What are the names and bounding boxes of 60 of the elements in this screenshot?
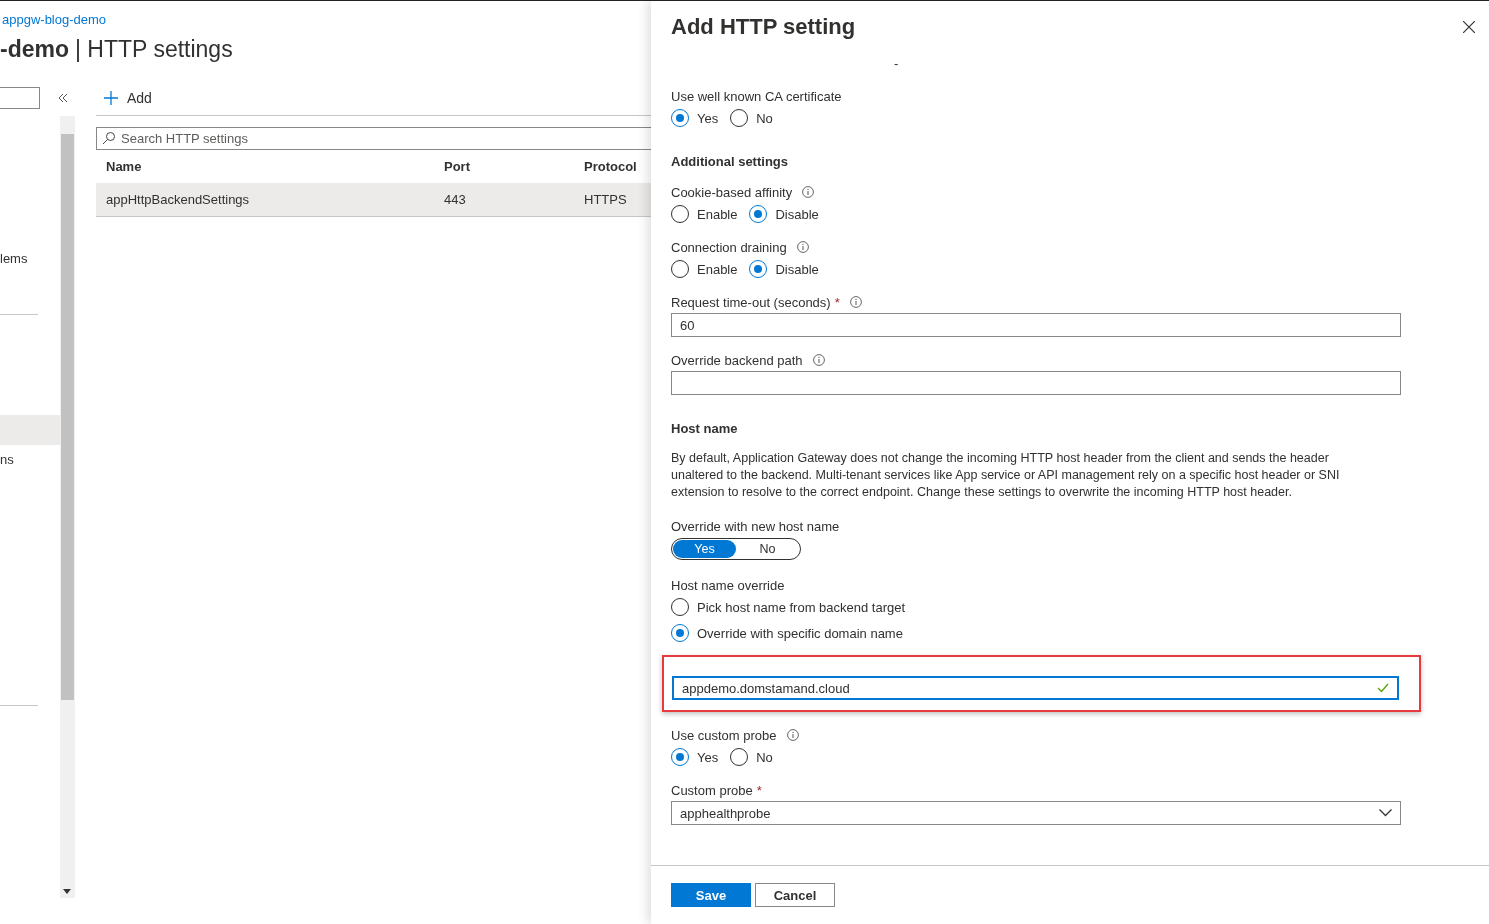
info-icon[interactable]: [786, 729, 799, 741]
page-title: -demo: [0, 36, 69, 63]
description-text: By default, Application Gateway does not change the incoming HTTP host header from the client and sends the header unaltered to the backend. Multi-tenant services like App service or API management rely on a specific host header or SNI extension to resolve to the correct endpoint. Change these settings to overwrite the incoming HTTP host header.: [671, 450, 1341, 501]
dropdown[interactable]: apphealthprobe: [671, 801, 1401, 825]
panel-title: Add HTTP setting: [671, 14, 856, 40]
plus-icon: [104, 91, 118, 105]
table-cell-text: 443: [444, 192, 467, 207]
required-mark: *: [834, 294, 840, 310]
toggle-option[interactable]: No: [736, 540, 799, 558]
field-label: Connection draining: [671, 239, 787, 255]
info-icon[interactable]: [802, 186, 815, 198]
section-heading: Additional settings: [671, 154, 788, 169]
field-label: Use custom probe: [671, 727, 777, 743]
field-label: Cookie-based affinity: [671, 184, 793, 200]
table-cell: HTTPS: [584, 192, 627, 207]
toggle-option[interactable]: Yes: [673, 540, 736, 558]
info-icon[interactable]: [812, 354, 825, 366]
table-row[interactable]: appHttpBackendSettings 443 HTTPS: [96, 183, 651, 217]
field-label: Override with new host name: [671, 518, 840, 534]
menu-item[interactable]: ns: [0, 445, 60, 475]
radio-option[interactable]: Override with specific domain name: [671, 623, 1401, 643]
radio-option[interactable]: Enable: [671, 204, 738, 224]
field-label: Request time-out (seconds): [671, 294, 831, 310]
radio-option[interactable]: Enable: [671, 259, 738, 279]
search-icon: [102, 131, 116, 145]
radio-option[interactable]: Yes: [671, 747, 719, 767]
column-header[interactable]: Port: [444, 159, 584, 174]
info-icon[interactable]: [796, 241, 809, 253]
field-label: Override backend path: [671, 352, 803, 368]
field-label: Use well known CA certificate: [671, 88, 842, 104]
field-label: Host name override: [671, 577, 785, 593]
input-field[interactable]: appdemo.domstamand.cloud: [672, 676, 1399, 700]
radio-option[interactable]: Disable: [749, 259, 819, 279]
radio-option[interactable]: Pick host name from backend target: [671, 597, 1401, 617]
required-mark: *: [756, 782, 762, 798]
input-field[interactable]: 60: [671, 313, 1401, 337]
save-button[interactable]: Save: [671, 883, 751, 907]
close-icon[interactable]: [1463, 21, 1475, 33]
scroll-down-icon[interactable]: [63, 889, 71, 894]
menu-search-field[interactable]: [0, 87, 40, 109]
radio-option[interactable]: Yes: [671, 108, 719, 128]
section-heading: Host name: [671, 421, 738, 436]
info-icon[interactable]: [849, 296, 862, 308]
chevron-down-icon: [1379, 809, 1392, 817]
radio-option[interactable]: Disable: [749, 204, 819, 224]
column-header[interactable]: Protocol: [584, 159, 637, 174]
radio-option[interactable]: No: [730, 108, 773, 128]
input-field[interactable]: [671, 371, 1401, 395]
search-field[interactable]: Search HTTP settings: [96, 127, 651, 150]
breadcrumb-link[interactable]: appgw-blog-demo: [0, 1, 107, 27]
radio-option[interactable]: No: [730, 747, 773, 767]
column-header[interactable]: Name: [106, 159, 444, 174]
page-subtitle: | HTTP settings: [75, 36, 233, 63]
note-text: -: [894, 56, 899, 71]
table-cell-text: appHttpBackendSettings: [106, 192, 251, 207]
cancel-button[interactable]: Cancel: [755, 883, 835, 907]
collapse-icon[interactable]: [58, 93, 68, 103]
menu-item[interactable]: lems: [0, 244, 60, 274]
field-label: Custom probe: [671, 782, 753, 798]
add-button[interactable]: Add: [96, 87, 152, 109]
